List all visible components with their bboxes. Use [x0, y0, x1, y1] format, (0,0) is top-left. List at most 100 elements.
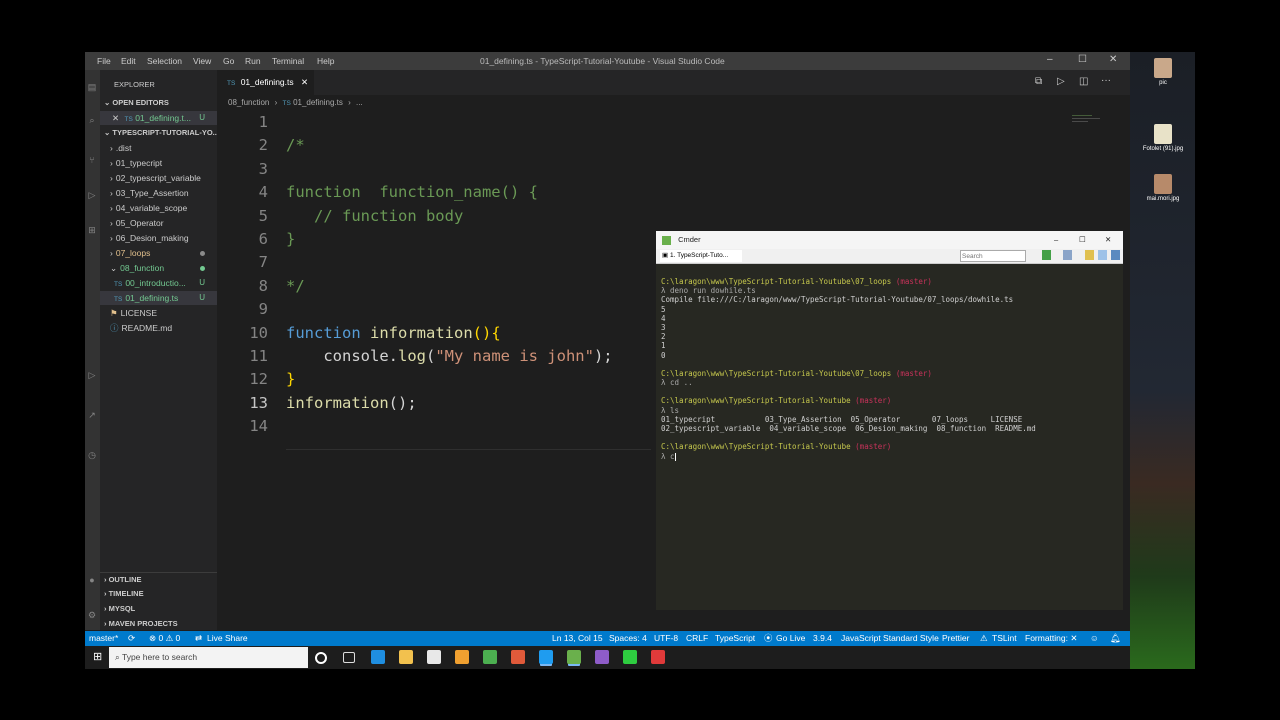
live-share-icon[interactable]: ↗ [86, 410, 98, 422]
tree-item[interactable]: › 06_Desion_making [100, 231, 217, 245]
menu-go[interactable]: Go [223, 56, 234, 66]
tree-item[interactable]: › 04_variable_scope [100, 201, 217, 215]
window-mode-icon[interactable] [1098, 250, 1107, 260]
menu-file[interactable]: File [97, 56, 111, 66]
terminal-icon[interactable] [623, 650, 637, 664]
menu-view[interactable]: View [193, 56, 211, 66]
desktop-icon-pic[interactable]: pic [1133, 58, 1193, 86]
breadcrumb-folder[interactable]: 08_function [228, 98, 269, 107]
code-style[interactable]: JavaScript Standard Style [841, 631, 939, 646]
outline-section[interactable]: › OUTLINE [100, 572, 217, 587]
run-debug-icon[interactable]: ▷ [86, 190, 98, 202]
close-icon[interactable]: ✕ [1109, 54, 1117, 65]
cmder-icon[interactable] [567, 650, 581, 664]
tree-item[interactable]: ⓘ README.md [100, 321, 217, 335]
file-explorer-icon[interactable] [399, 650, 413, 664]
prettier-button[interactable]: Prettier [942, 631, 969, 646]
store-icon[interactable] [427, 650, 441, 664]
notifications-bell-icon[interactable]: 🔔︎ [1110, 631, 1121, 646]
tree-item[interactable]: ⚑ LICENSE [100, 306, 217, 320]
minimap[interactable] [1072, 113, 1110, 125]
tree-item[interactable]: TS 01_defining.ts U [100, 291, 217, 305]
breadcrumb-symbol[interactable]: ... [356, 98, 363, 107]
tree-item[interactable]: TS 00_introductio... U [100, 276, 217, 290]
timeline-icon[interactable]: ◷ [86, 450, 98, 462]
account-icon[interactable]: ● [86, 575, 98, 587]
source-control-icon[interactable]: ⑂ [86, 155, 98, 167]
tree-item[interactable]: › 07_loops [100, 246, 217, 260]
chrome-canary-icon[interactable] [455, 650, 469, 664]
tree-item[interactable]: › .dist [100, 141, 217, 155]
formatting-toggle[interactable]: Formatting: ✕ [1025, 631, 1077, 646]
desktop-icon-fotolet[interactable]: Fotolet (91).jpg [1133, 124, 1193, 152]
cortana-icon[interactable] [315, 652, 327, 664]
go-live-button[interactable]: Go Live [776, 631, 805, 646]
run-icon[interactable]: ▷ [1057, 76, 1065, 87]
problems-indicator[interactable]: ⊗ 0 ⚠ 0 [149, 631, 180, 646]
close-icon[interactable]: ✕ [301, 77, 308, 87]
encoding[interactable]: UTF-8 [654, 631, 678, 646]
tslint-button[interactable]: TSLint [992, 631, 1017, 646]
close-icon[interactable]: ✕ [1105, 231, 1111, 249]
menu-run[interactable]: Run [245, 56, 261, 66]
cmder-search-input[interactable] [960, 250, 1026, 262]
laragon-icon[interactable] [651, 650, 665, 664]
open-editor-item[interactable]: ✕ TS 01_defining.t... U [100, 111, 217, 125]
edge-icon[interactable] [371, 650, 385, 664]
minimize-icon[interactable]: – [1047, 54, 1053, 65]
tab-01-defining[interactable]: TS 01_defining.ts ✕ [217, 70, 314, 95]
maximize-icon[interactable]: ☐ [1079, 231, 1086, 249]
obs-icon[interactable] [595, 650, 609, 664]
menu-edit[interactable]: Edit [121, 56, 136, 66]
menu-terminal[interactable]: Terminal [272, 56, 304, 66]
ts-version[interactable]: 3.9.4 [813, 631, 832, 646]
cmder-console-output[interactable]: C:\laragon\www\TypeScript-Tutorial-Youtu… [661, 277, 1116, 461]
live-share-button[interactable]: Live Share [207, 631, 248, 646]
maximize-icon[interactable]: ☐ [1078, 54, 1087, 65]
breadcrumb-file[interactable]: 01_defining.ts [293, 98, 343, 107]
notepad-icon[interactable] [483, 650, 497, 664]
timeline-section[interactable]: › TIMELINE [100, 587, 217, 601]
cursor-position[interactable]: Ln 13, Col 15 [552, 631, 603, 646]
taskbar-search-box[interactable]: ⌕ Type here to search [109, 647, 308, 668]
compare-icon[interactable]: ⧉ [1035, 76, 1042, 87]
indentation[interactable]: Spaces: 4 [609, 631, 647, 646]
settings-gear-icon[interactable]: ⚙ [86, 610, 98, 622]
menu-selection[interactable]: Selection [147, 56, 182, 66]
end-of-line[interactable]: CRLF [686, 631, 708, 646]
split-editor-icon[interactable]: ◫ [1079, 76, 1088, 87]
menu-help[interactable]: Help [317, 56, 334, 66]
current-line-highlight [286, 449, 651, 450]
menu-icon[interactable] [1111, 250, 1120, 260]
sync-icon[interactable]: ⟳ [128, 631, 135, 646]
language-mode[interactable]: TypeScript [715, 631, 755, 646]
tree-item[interactable]: › 03_Type_Assertion [100, 186, 217, 200]
vscode-icon[interactable] [539, 650, 553, 664]
extensions-icon[interactable]: ⊞ [86, 225, 98, 237]
tree-item[interactable]: › 01_typecript [100, 156, 217, 170]
windows-start-icon[interactable]: ⊞ [93, 650, 102, 663]
project-header[interactable]: ⌄ TYPESCRIPT-TUTORIAL-YO... [100, 126, 217, 140]
maven-projects-section[interactable]: › MAVEN PROJECTS [100, 617, 217, 631]
layout-icon[interactable] [1063, 250, 1072, 260]
open-editors-header[interactable]: ⌄ OPEN EDITORS [100, 96, 217, 110]
feedback-icon[interactable]: ☺ [1090, 631, 1099, 646]
tree-item[interactable]: ⌄ 08_function [100, 261, 217, 275]
task-view-icon[interactable] [343, 652, 355, 663]
minimize-icon[interactable]: – [1054, 231, 1058, 249]
remote-icon[interactable]: ▷ [86, 370, 98, 382]
tree-item[interactable]: › 05_Operator [100, 216, 217, 230]
more-actions-icon[interactable]: ··· [1101, 75, 1111, 86]
desktop-icon-mai-mori[interactable]: mai.mori.jpg [1133, 174, 1193, 202]
new-console-icon[interactable] [1042, 250, 1051, 260]
explorer-icon[interactable]: ▤ [86, 82, 98, 94]
console-line: 0 [661, 351, 1116, 360]
mysql-section[interactable]: › MYSQL [100, 602, 217, 616]
search-icon[interactable]: ⌕ [86, 115, 98, 127]
lock-icon[interactable] [1085, 250, 1094, 260]
tree-item[interactable]: › 02_typescript_variable [100, 171, 217, 185]
chrome-icon[interactable] [511, 650, 525, 664]
close-icon[interactable]: ✕ [112, 113, 119, 123]
git-branch[interactable]: master* [89, 631, 118, 646]
cmder-tab[interactable]: ▣ 1. TypeScript-Tuto... [660, 250, 742, 262]
